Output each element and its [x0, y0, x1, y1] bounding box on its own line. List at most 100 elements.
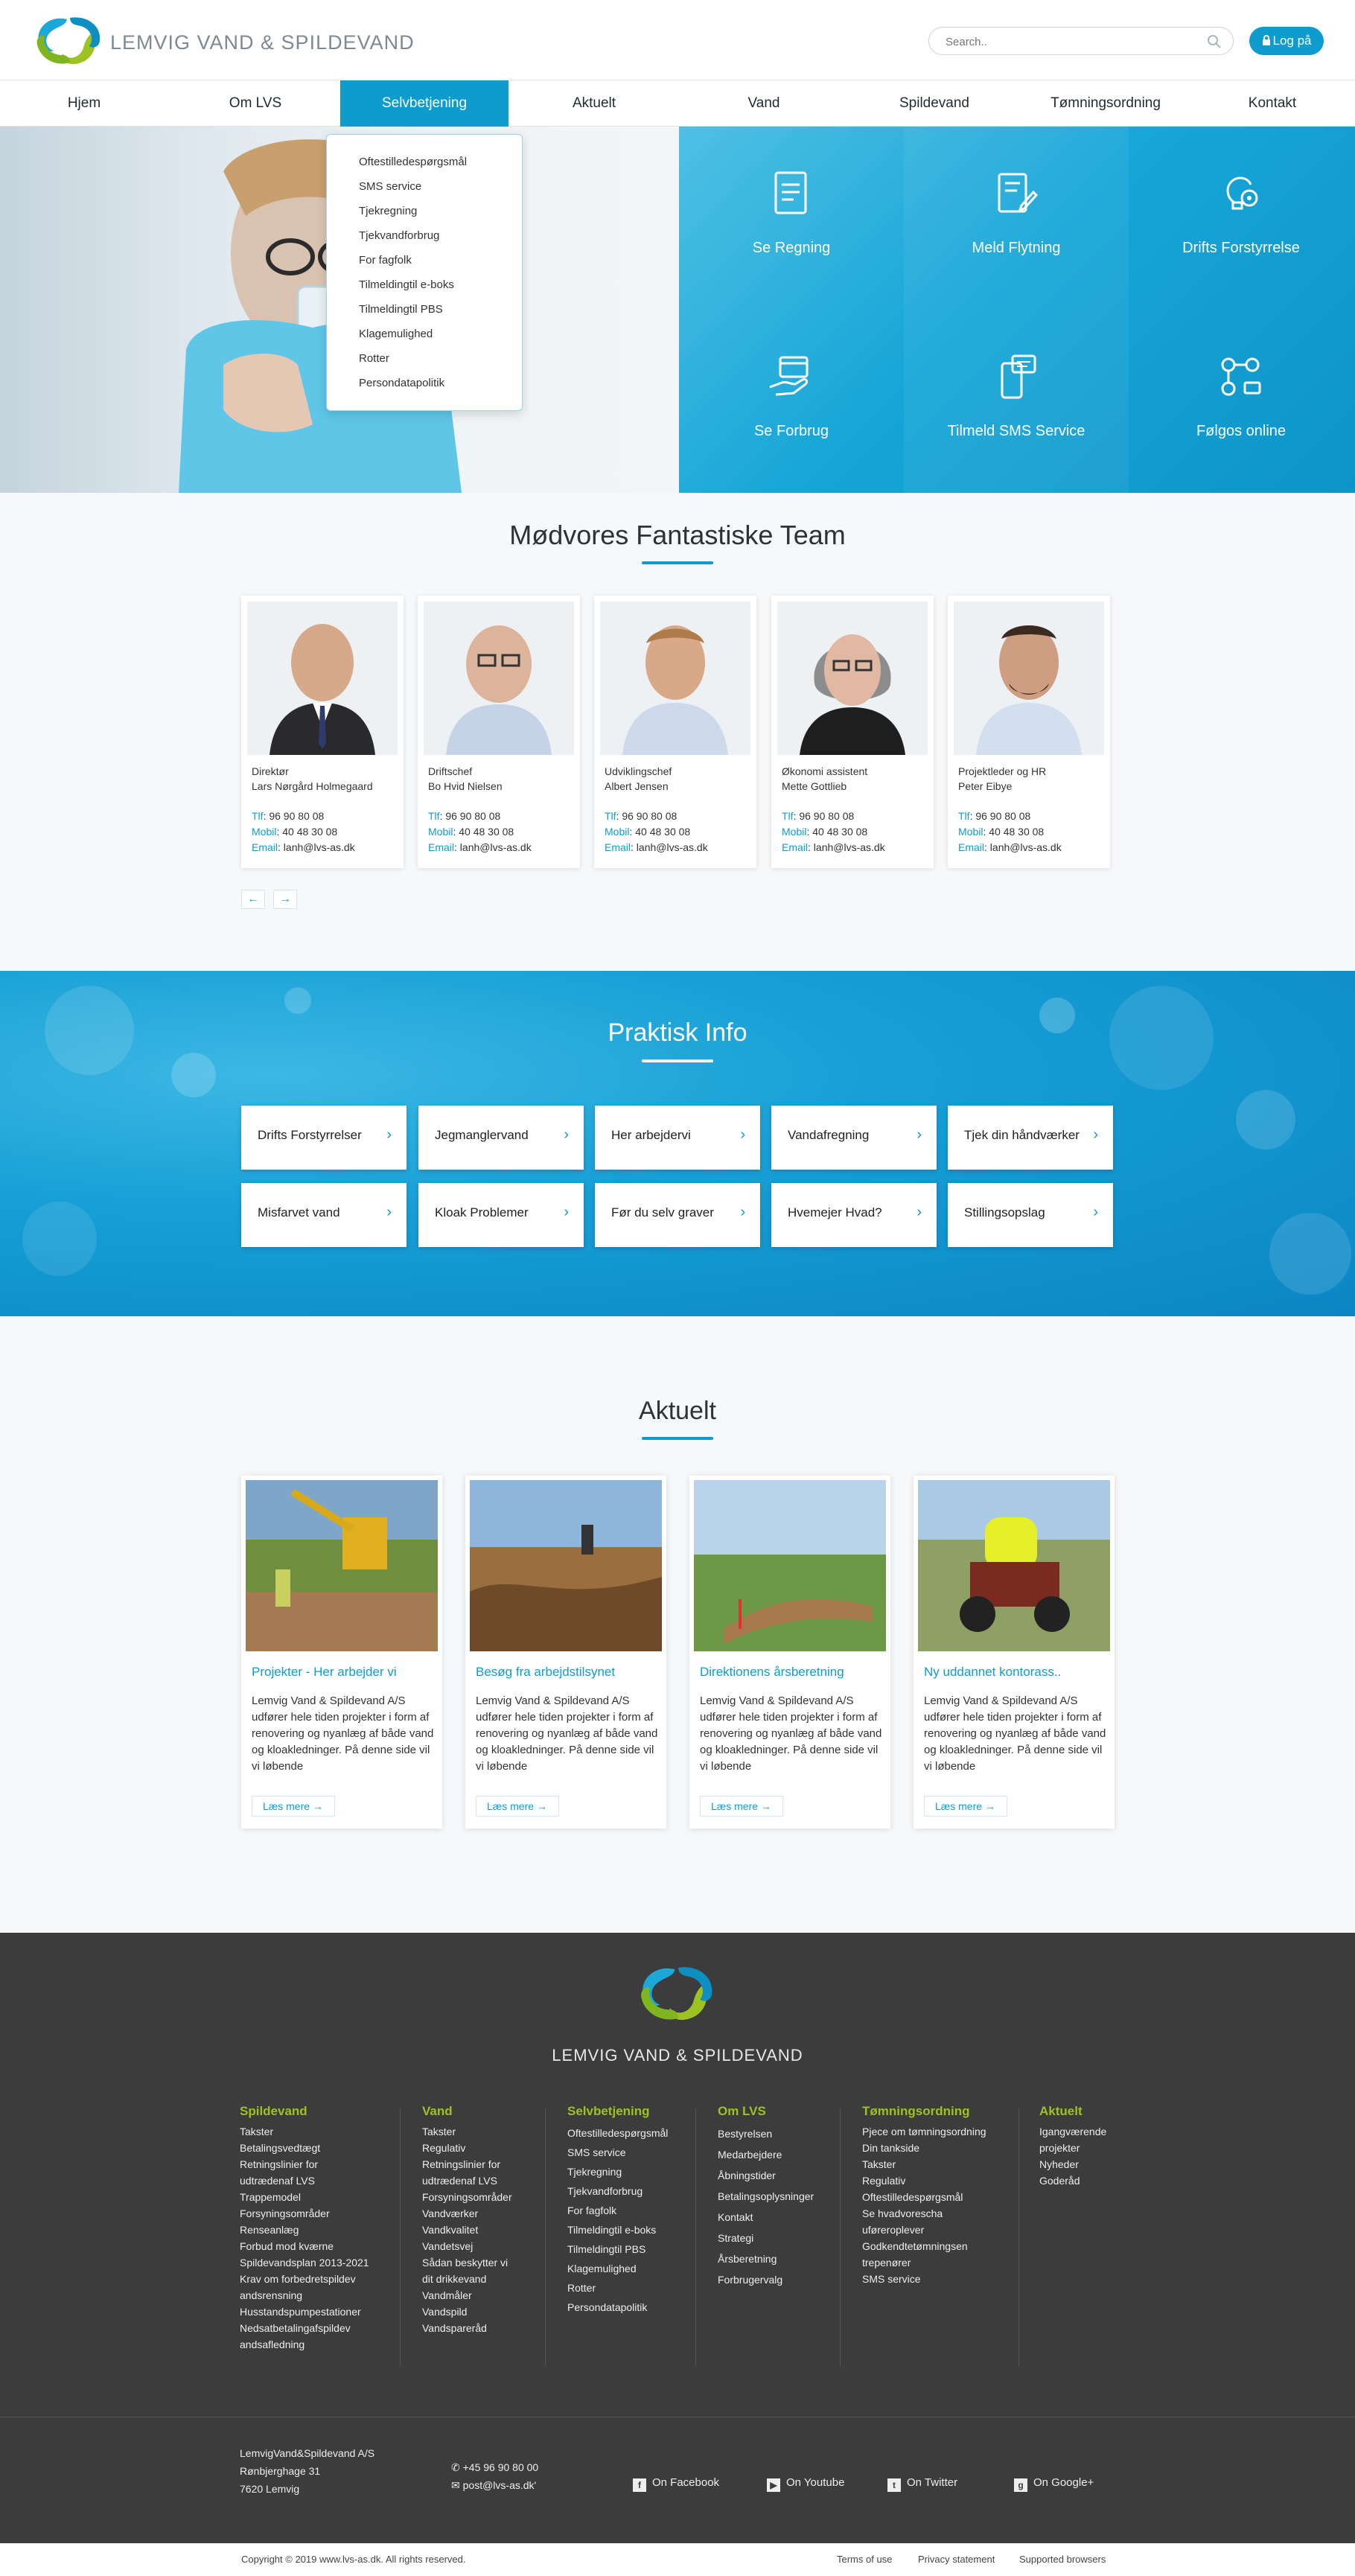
footer-link[interactable]: Husstandspumpestationer [240, 2304, 369, 2320]
privacy-link[interactable]: Privacy statement [918, 2554, 995, 2565]
twitter-link[interactable]: t On Twitter [887, 2476, 957, 2492]
nav-item-aktuelt[interactable]: Aktuelt [510, 80, 678, 127]
footer-link[interactable]: andsafledning [240, 2336, 369, 2353]
footer-column-heading[interactable]: Om LVS [718, 2104, 814, 2119]
footer-link[interactable]: Åbningstider [718, 2165, 814, 2186]
mobile-value[interactable]: : 40 48 30 08 [806, 826, 867, 838]
footer-link[interactable]: Godkendtetømningsen [862, 2238, 986, 2254]
footer-link[interactable]: Tilmeldingtil e-boks [567, 2220, 668, 2239]
footer-link[interactable]: Vandværker [422, 2205, 512, 2222]
email-value[interactable]: : lanh@lvs-as.dk [808, 841, 885, 853]
footer-logo-icon[interactable] [631, 1960, 724, 2028]
email-value[interactable]: : lanh@lvs-as.dk [454, 841, 532, 853]
footer-link[interactable]: Klagemulighed [567, 2259, 668, 2278]
footer-link[interactable]: Rotter [567, 2278, 668, 2298]
read-more-button[interactable]: Læs mere → [252, 1796, 335, 1817]
footer-link[interactable]: Forsyningsområder [422, 2189, 512, 2205]
footer-link[interactable]: Vandkvalitet [422, 2222, 512, 2238]
footer-column-heading[interactable]: Aktuelt [1039, 2104, 1106, 2119]
search-input[interactable] [946, 34, 1191, 50]
footer-link[interactable]: Spildevandsplan 2013-2021 [240, 2254, 369, 2271]
google-plus-link[interactable]: g On Google+ [1014, 2476, 1094, 2492]
footer-link[interactable]: Din tankside [862, 2140, 986, 2156]
nav-item-selvbetjening[interactable]: Selvbetjening [340, 80, 508, 127]
facebook-link[interactable]: f On Facebook [633, 2476, 719, 2492]
info-link-kloak-problemer[interactable]: Kloak Problemer › [418, 1183, 584, 1247]
footer-link[interactable]: Takster [422, 2123, 512, 2140]
phone-value[interactable]: : 96 90 80 08 [440, 810, 501, 822]
login-button[interactable]: Log på [1249, 27, 1324, 55]
search-box[interactable] [928, 27, 1234, 55]
footer-link[interactable]: Nyheder [1039, 2156, 1106, 2172]
dropdown-item[interactable]: SMS service [359, 180, 421, 193]
news-title[interactable]: Projekter - Her arbejder vi [252, 1665, 438, 1680]
footer-link[interactable]: andsrensning [240, 2287, 369, 2304]
footer-column-heading[interactable]: Selvbetjening [567, 2104, 668, 2119]
info-link-jeg-mangler-vand[interactable]: Jegmanglervand › [418, 1106, 584, 1170]
dropdown-item[interactable]: Persondatapolitik [359, 377, 444, 389]
footer-phone[interactable]: ✆ +45 96 90 80 00 [451, 2459, 538, 2475]
email-value[interactable]: : lanh@lvs-as.dk [278, 841, 355, 853]
footer-link[interactable]: For fagfolk [567, 2201, 668, 2220]
footer-link[interactable]: Vandetsvej [422, 2238, 512, 2254]
phone-value[interactable]: : 96 90 80 08 [970, 810, 1031, 822]
info-link-misfarvet-vand[interactable]: Misfarvet vand › [241, 1183, 406, 1247]
info-link-her-arbejder-vi[interactable]: Her arbejdervi › [595, 1106, 760, 1170]
mobile-value[interactable]: : 40 48 30 08 [629, 826, 690, 838]
footer-link[interactable]: Tjekvandforbrug [567, 2181, 668, 2201]
info-link-stillingsopslag[interactable]: Stillingsopslag › [948, 1183, 1113, 1247]
info-link-drifts-forstyrrelser[interactable]: Drifts Forstyrrelser › [241, 1106, 406, 1170]
info-link-hvem-ejer-hvad[interactable]: Hvemejer Hvad? › [771, 1183, 937, 1247]
footer-link[interactable]: Vandmåler [422, 2287, 512, 2304]
footer-link[interactable]: Regulativ [422, 2140, 512, 2156]
footer-link[interactable]: Forbrugervalg [718, 2269, 814, 2290]
read-more-button[interactable]: Læs mere → [476, 1796, 559, 1817]
footer-link[interactable]: uføreroplever [862, 2222, 986, 2238]
dropdown-item[interactable]: Rotter [359, 352, 389, 365]
footer-link[interactable]: SMS service [567, 2143, 668, 2162]
news-title[interactable]: Direktionens årsberetning [700, 1665, 886, 1680]
phone-value[interactable]: : 96 90 80 08 [264, 810, 325, 822]
footer-link[interactable]: Se hvadvorescha [862, 2205, 986, 2222]
mobile-value[interactable]: : 40 48 30 08 [453, 826, 514, 838]
footer-link[interactable]: Pjece om tømningsordning [862, 2123, 986, 2140]
tile-meld-flytning[interactable]: Meld Flytning [904, 127, 1129, 310]
news-title[interactable]: Ny uddannet kontorass.. [924, 1665, 1110, 1680]
footer-link[interactable]: Bestyrelsen [718, 2123, 814, 2144]
email-value[interactable]: : lanh@lvs-as.dk [984, 841, 1062, 853]
dropdown-item[interactable]: Tjekvandforbrug [359, 229, 439, 242]
footer-link[interactable]: Trappemodel [240, 2189, 369, 2205]
footer-link[interactable]: Forbud mod kværne [240, 2238, 369, 2254]
tile-tilmeld-sms[interactable]: Tilmeld SMS Service [904, 310, 1129, 493]
dropdown-item[interactable]: For fagfolk [359, 254, 412, 267]
info-link-tjek-din-handvaerker[interactable]: Tjek din håndværker › [948, 1106, 1113, 1170]
email-value[interactable]: : lanh@lvs-as.dk [631, 841, 708, 853]
footer-link[interactable]: Betalingsoplysninger [718, 2186, 814, 2207]
phone-value[interactable]: : 96 90 80 08 [616, 810, 678, 822]
news-title[interactable]: Besøg fra arbejdstilsynet [476, 1665, 662, 1680]
phone-value[interactable]: : 96 90 80 08 [794, 810, 855, 822]
footer-link[interactable]: Retningslinier for [240, 2156, 369, 2172]
footer-link[interactable]: Kontakt [718, 2207, 814, 2228]
mobile-value[interactable]: : 40 48 30 08 [276, 826, 337, 838]
footer-link[interactable]: Retningslinier for [422, 2156, 512, 2172]
footer-link[interactable]: Strategi [718, 2228, 814, 2248]
footer-link[interactable]: Takster [862, 2156, 986, 2172]
dropdown-item[interactable]: Tjekregning [359, 205, 417, 217]
terms-link[interactable]: Terms of use [837, 2554, 892, 2565]
footer-link[interactable]: Vandspild [422, 2304, 512, 2320]
dropdown-item[interactable]: Oftestilledespørgsmål [359, 156, 467, 168]
nav-item-tomningsordning[interactable]: Tømningsordning [1021, 80, 1190, 127]
search-icon[interactable] [1206, 34, 1222, 50]
footer-link[interactable]: Krav om forbedretspildev [240, 2271, 369, 2287]
footer-link[interactable]: Forsyningsområder [240, 2205, 369, 2222]
footer-link[interactable]: Sådan beskytter vi [422, 2254, 512, 2271]
footer-link[interactable]: Persondatapolitik [567, 2298, 668, 2317]
info-link-for-du-selv-graver[interactable]: Før du selv graver › [595, 1183, 760, 1247]
footer-column-heading[interactable]: Vand [422, 2104, 512, 2119]
tile-se-regning[interactable]: Se Regning [679, 127, 904, 310]
footer-link[interactable]: SMS service [862, 2271, 986, 2287]
read-more-button[interactable]: Læs mere → [924, 1796, 1007, 1817]
footer-link[interactable]: udtrædenaf LVS [240, 2172, 369, 2189]
footer-link[interactable]: dit drikkevand [422, 2271, 512, 2287]
